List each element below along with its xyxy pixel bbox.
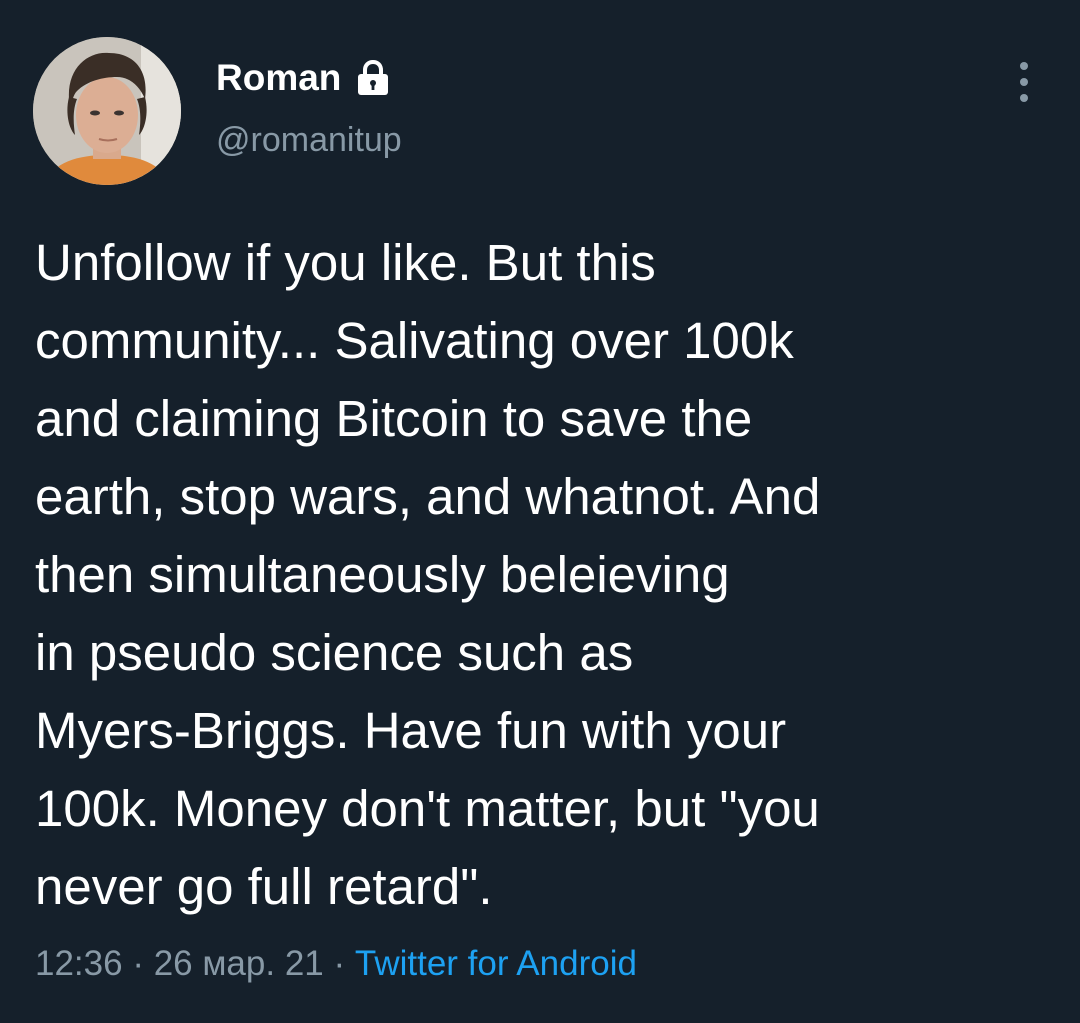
tweet-text-line: community... Salivating over 100k: [35, 312, 794, 369]
more-options-button[interactable]: [1006, 62, 1042, 102]
more-vertical-icon-dot: [1020, 94, 1028, 102]
tweet-text-line: 100k. Money don't matter, but "you: [35, 780, 820, 837]
author-info: Roman @romanitup: [216, 54, 402, 162]
tweet-metadata: 12:36 · 26 мар. 21 · Twitter for Android: [35, 938, 637, 990]
tweet-text-line: never go full retard".: [35, 858, 493, 915]
tweet-time[interactable]: 12:36: [35, 944, 123, 983]
profile-photo: [33, 37, 181, 185]
user-handle[interactable]: @romanitup: [216, 118, 402, 162]
lock-icon: [355, 59, 391, 97]
tweet-text: Unfollow if you like. But this community…: [35, 224, 1045, 926]
tweet-date[interactable]: 26 мар. 21: [154, 944, 324, 983]
tweet-source-link[interactable]: Twitter for Android: [355, 944, 637, 983]
more-vertical-icon-dot: [1020, 78, 1028, 86]
display-name[interactable]: Roman: [216, 54, 341, 102]
meta-separator: ·: [132, 944, 144, 983]
tweet-text-line: Myers-Briggs. Have fun with your: [35, 702, 787, 759]
tweet-text-line: Unfollow if you like. But this: [35, 234, 656, 291]
meta-separator: ·: [333, 944, 346, 983]
tweet-text-line: earth, stop wars, and whatnot. And: [35, 468, 821, 525]
avatar[interactable]: [33, 37, 181, 185]
tweet-text-line: in pseudo science such as: [35, 624, 634, 681]
tweet-text-line: then simultaneously beleieving: [35, 546, 730, 603]
more-vertical-icon: [1020, 62, 1028, 70]
name-row: Roman: [216, 54, 402, 102]
tweet-detail: Roman @romanitup Unfollow if you like. B…: [0, 0, 1080, 1023]
tweet-text-line: and claiming Bitcoin to save the: [35, 390, 753, 447]
